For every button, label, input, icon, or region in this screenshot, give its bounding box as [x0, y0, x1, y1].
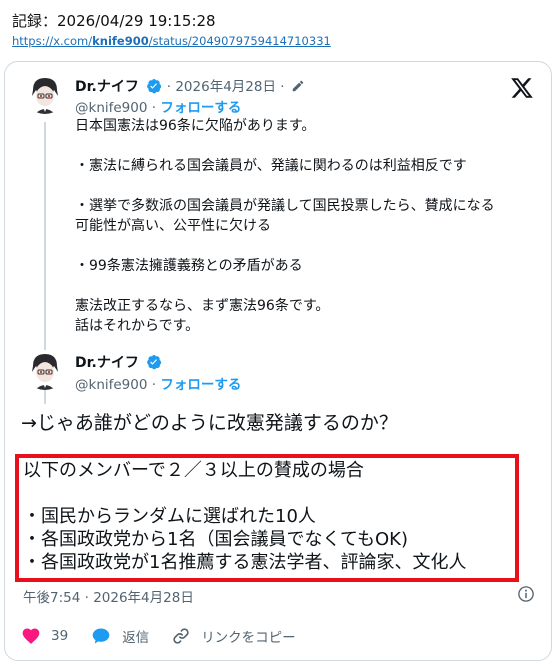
tweet-line: ・選挙で多数派の国会議員が発議して国民投票したら、賛成になる: [75, 198, 495, 214]
tweet-line: ・各国政政党から1名（国会議員でなくてもOK): [23, 529, 409, 550]
highlighted-text: 以下のメンバーで２／３以上の賛成の場合 ・国民からランダムに選ばれた10人 ・各…: [23, 459, 466, 574]
link-icon: [173, 628, 189, 644]
tweet-line: [23, 482, 466, 505]
copy-link-label: リンクをコピー: [201, 630, 296, 646]
verified-badge-icon: [147, 355, 162, 370]
tweet-line: [75, 176, 535, 196]
pencil-icon: [292, 80, 304, 92]
verified-badge-icon: [147, 79, 162, 94]
tweet-date[interactable]: · 2026年4月28日 ·: [167, 79, 285, 95]
tweet-line: ・憲法に縛られる国会議員が、発議に関わるのは利益相反です: [75, 158, 467, 174]
tweet-line: ・国民からランダムに選ばれた10人: [23, 506, 316, 527]
tweet-text: 日本国憲法は96条に欠陥があります。 ・憲法に縛られる国会議員が、発議に関わるの…: [75, 116, 535, 336]
author-name[interactable]: Dr.ナイフ: [75, 79, 139, 95]
tweet-line: 話はそれからです。: [75, 318, 200, 334]
x-logo-icon[interactable]: [509, 76, 535, 100]
heart-icon: [22, 628, 40, 644]
follow-button[interactable]: フォローする: [160, 377, 241, 393]
reply-button[interactable]: 返信: [90, 626, 149, 646]
reply-label: 返信: [122, 630, 150, 646]
tweet-line: [75, 276, 535, 296]
tweet-timestamp[interactable]: 午後7:54 · 2026年4月28日: [23, 586, 194, 606]
author-handle[interactable]: @knife900: [75, 100, 147, 116]
tweet-line: [75, 236, 535, 256]
tweet-line: ・各国政政党が1名推薦する憲法学者、評論家、文化人: [23, 552, 467, 573]
handle-row: @knife900 · フォローする: [75, 373, 241, 393]
tweet-line: 日本国憲法は96条に欠陥があります。: [75, 118, 316, 134]
like-button[interactable]: 39: [21, 626, 68, 646]
tweet-line: ・99条憲法擁護義務との矛盾がある: [75, 258, 303, 274]
author-row: Dr.ナイフ · 2026年4月28日 ·: [75, 75, 305, 96]
tweet-url-link[interactable]: https://x.com/knife900/status/2049079759…: [12, 34, 331, 48]
action-bar: 39 返信 リンクをコピー: [21, 626, 318, 646]
author-name[interactable]: Dr.ナイフ: [75, 355, 139, 371]
record-timestamp: 記録：2026/04/29 19:15:28: [12, 12, 216, 30]
handle-row: @knife900 · フォローする: [75, 96, 241, 116]
like-count: 39: [51, 628, 69, 644]
avatar[interactable]: [25, 74, 65, 114]
copy-link-button[interactable]: リンクをコピー: [171, 626, 296, 646]
author-row: Dr.ナイフ: [75, 352, 162, 372]
tweet-line: 可能性が高い、公平性に欠ける: [75, 218, 271, 234]
tweet-line: 以下のメンバーで２／３以上の賛成の場合: [23, 460, 364, 481]
follow-button[interactable]: フォローする: [160, 100, 241, 116]
author-handle[interactable]: @knife900: [75, 377, 147, 393]
tweet-line: [75, 136, 535, 156]
tweet-card: Dr.ナイフ · 2026年4月28日 · @knife900 · フォローする…: [4, 61, 552, 661]
speech-bubble-icon: [92, 628, 110, 644]
avatar[interactable]: [25, 350, 65, 390]
info-icon[interactable]: [517, 585, 535, 603]
tweet-line: 憲法改正するなら、まず憲法96条です。: [75, 298, 330, 314]
tweet-intro-text: →じゃあ誰がどのように改憲発議するのか？: [21, 412, 398, 434]
